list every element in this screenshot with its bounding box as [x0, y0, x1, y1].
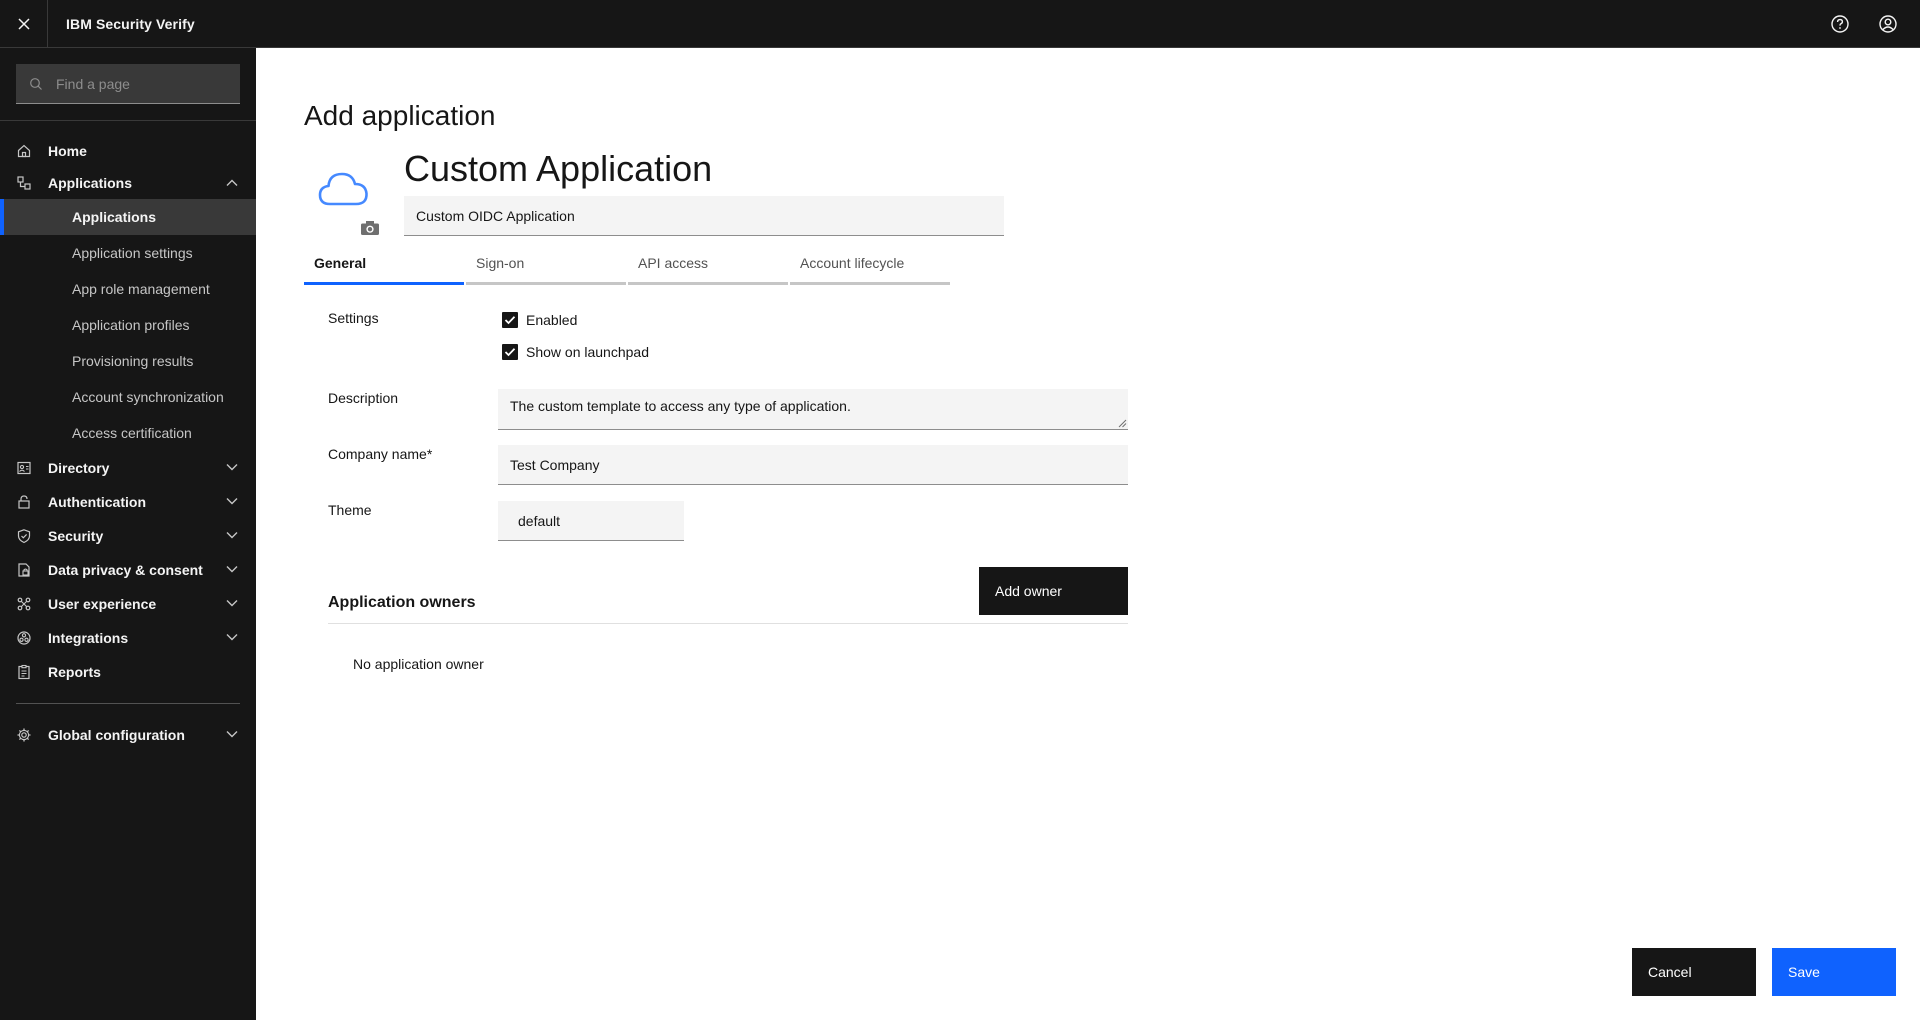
enabled-label: Enabled — [526, 312, 578, 328]
sub-item-account-synchronization[interactable]: Account synchronization — [0, 379, 256, 415]
application-type-field[interactable]: Custom OIDC Application — [404, 196, 1004, 236]
cloud-icon — [316, 166, 376, 216]
no-owner-message: No application owner — [353, 656, 484, 672]
tab-api-access[interactable]: API access — [628, 245, 788, 285]
sub-item-access-certification[interactable]: Access certification — [0, 415, 256, 451]
nav-item-label: Reports — [48, 664, 101, 680]
tab-general[interactable]: General — [304, 245, 464, 285]
nav-item-label: Integrations — [48, 630, 129, 646]
integrations-icon — [0, 622, 48, 654]
nav-item-label: Applications — [48, 175, 133, 191]
nav-item-label: Security — [48, 528, 104, 544]
lock-icon — [0, 486, 48, 518]
settings-label: Settings — [328, 310, 379, 326]
nav-item-label: User experience — [48, 596, 157, 612]
chevron-down-icon — [224, 595, 240, 611]
nav-item-home[interactable]: Home — [0, 135, 256, 167]
tab-sign-on[interactable]: Sign-on — [466, 245, 626, 285]
description-label: Description — [328, 390, 399, 406]
theme-select[interactable]: default — [498, 501, 684, 541]
sub-item-applications[interactable]: Applications — [0, 199, 256, 235]
privacy-icon — [0, 554, 48, 586]
sub-item-app-role-management[interactable]: App role management — [0, 271, 256, 307]
directory-icon — [0, 452, 48, 484]
nav-divider — [16, 703, 240, 704]
tab-list: General Sign-on API access Account lifec… — [304, 245, 952, 285]
chevron-up-icon — [224, 175, 240, 191]
nav-item-user-experience[interactable]: User experience — [0, 587, 256, 621]
brand-title[interactable]: IBM Security Verify — [66, 0, 195, 48]
shield-icon — [0, 520, 48, 552]
nav-item-label: Data privacy & consent — [48, 562, 203, 578]
owners-divider — [328, 623, 1128, 624]
side-navigation: Home Applications Applications Applicati… — [0, 48, 256, 1020]
description-value: The custom template to access any type o… — [510, 398, 851, 414]
nav-item-authentication[interactable]: Authentication — [0, 485, 256, 519]
nav-item-label: Authentication — [48, 494, 146, 510]
application-owners-heading: Application owners — [328, 594, 476, 611]
nav-item-integrations[interactable]: Integrations — [0, 621, 256, 655]
user-experience-icon — [0, 588, 48, 620]
resize-handle-icon[interactable] — [1117, 418, 1127, 428]
help-icon[interactable] — [1816, 0, 1864, 48]
sidebar-divider — [0, 120, 256, 121]
sub-item-application-profiles[interactable]: Application profiles — [0, 307, 256, 343]
top-header: IBM Security Verify — [0, 0, 1920, 48]
description-textarea[interactable]: The custom template to access any type o… — [498, 389, 1128, 430]
cancel-button[interactable]: Cancel — [1632, 948, 1756, 996]
main-content: Add application Custom Application Custo… — [256, 48, 1920, 1020]
nav-item-label: Directory — [48, 460, 110, 476]
sub-item-application-settings[interactable]: Application settings — [0, 235, 256, 271]
chevron-down-icon — [224, 561, 240, 577]
chevron-down-icon — [224, 527, 240, 543]
enabled-checkbox[interactable]: Enabled — [502, 312, 577, 328]
checkmark-icon — [502, 312, 518, 328]
close-icon[interactable] — [0, 0, 48, 48]
report-icon — [0, 656, 48, 688]
search-box[interactable] — [16, 64, 240, 104]
nav-item-reports[interactable]: Reports — [0, 655, 256, 689]
search-icon — [16, 64, 56, 104]
nav-list: Home Applications Applications Applicati… — [0, 135, 256, 752]
theme-label: Theme — [328, 502, 372, 518]
company-name-label: Company name* — [328, 446, 433, 462]
company-name-input[interactable]: Test Company — [498, 445, 1128, 485]
nav-item-applications[interactable]: Applications — [0, 167, 256, 199]
save-button[interactable]: Save — [1772, 948, 1896, 996]
nav-item-label: Home — [48, 143, 87, 159]
user-avatar-icon[interactable] — [1864, 0, 1912, 48]
gear-icon — [0, 719, 48, 751]
home-icon — [0, 135, 48, 167]
tab-account-lifecycle[interactable]: Account lifecycle — [790, 245, 950, 285]
add-owner-button[interactable]: Add owner — [979, 567, 1128, 615]
nav-item-data-privacy[interactable]: Data privacy & consent — [0, 553, 256, 587]
nav-item-global-configuration[interactable]: Global configuration — [0, 718, 256, 752]
checkmark-icon — [502, 344, 518, 360]
chevron-down-icon — [224, 629, 240, 645]
show-on-launchpad-checkbox[interactable]: Show on launchpad — [502, 344, 649, 360]
chevron-down-icon — [224, 726, 240, 742]
page-title: Add application — [304, 100, 496, 131]
show-on-launchpad-label: Show on launchpad — [526, 344, 649, 360]
application-name[interactable]: Custom Application — [404, 148, 712, 190]
camera-icon[interactable] — [360, 220, 382, 238]
chevron-down-icon — [224, 459, 240, 475]
search-input[interactable] — [56, 75, 236, 92]
nav-item-security[interactable]: Security — [0, 519, 256, 553]
sub-item-provisioning-results[interactable]: Provisioning results — [0, 343, 256, 379]
chevron-down-icon — [224, 493, 240, 509]
applications-icon — [0, 167, 48, 199]
nav-item-directory[interactable]: Directory — [0, 451, 256, 485]
nav-item-label: Global configuration — [48, 727, 185, 743]
